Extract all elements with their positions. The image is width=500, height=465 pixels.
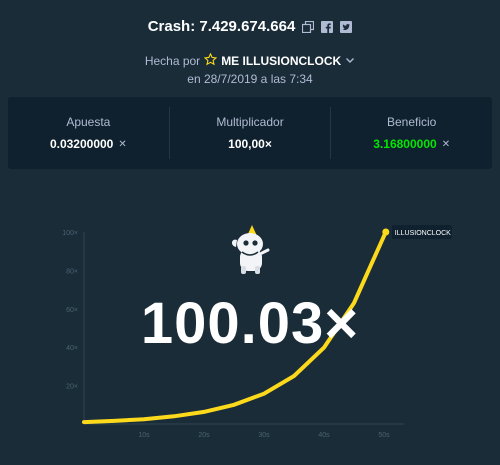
stat-profit-value-row: 3.16800000 ✕ — [373, 137, 450, 151]
stat-multiplier-value: 100,00× — [228, 137, 272, 151]
currency-icon: ✕ — [441, 138, 451, 150]
header: Crash: 7.429.674.664 — [0, 18, 500, 35]
player-tag-label: ILLUSIONCLOCK — [395, 230, 451, 237]
facebook-icon[interactable] — [320, 20, 333, 33]
stat-profit: Beneficio 3.16800000 ✕ — [331, 107, 492, 159]
stat-bet-label: Apuesta — [66, 115, 111, 129]
stat-bet-value-row: 0.03200000 ✕ — [50, 137, 127, 151]
stat-bet-value: 0.03200000 — [49, 137, 114, 151]
bet-date: en 28/7/2019 a las 7:34 — [187, 72, 313, 86]
stat-bet: Apuesta 0.03200000 ✕ — [8, 107, 170, 159]
x-tick-label: 30s — [258, 432, 270, 439]
y-tick-label: 80× — [66, 268, 78, 275]
star-icon[interactable] — [203, 52, 218, 69]
stat-multiplier: Multiplicador 100,00× — [170, 107, 332, 159]
username-link[interactable]: ME ILLUSIONCLOCK — [221, 54, 341, 68]
twitter-icon[interactable] — [339, 20, 352, 33]
stat-profit-label: Beneficio — [386, 115, 437, 129]
current-multiplier: 100.03× — [140, 291, 360, 356]
byline-prefix: Hecha por — [144, 54, 201, 68]
x-tick-label: 10s — [138, 432, 150, 439]
copy-icon[interactable] — [301, 20, 314, 33]
stat-multiplier-value-row: 100,00× — [228, 137, 272, 151]
y-tick-label: 100× — [62, 230, 78, 237]
stat-profit-value: 3.16800000 — [373, 137, 437, 151]
y-tick-label: 20× — [66, 384, 78, 391]
crash-title: Crash: 7.429.674.664 — [147, 18, 296, 35]
series-endpoint — [382, 228, 390, 236]
currency-icon: ✕ — [118, 138, 127, 150]
x-tick-label: 50s — [378, 432, 390, 439]
player-tag: ILLUSIONCLOCK — [391, 225, 452, 239]
stat-multiplier-label: Multiplicador — [216, 115, 284, 129]
chevron-down-icon[interactable] — [345, 54, 355, 68]
stats-panel: Apuesta 0.03200000 ✕ Multiplicador 100,0… — [8, 97, 492, 169]
unicorn-mascot-icon — [231, 225, 270, 274]
x-tick-label: 20s — [198, 432, 210, 439]
byline: Hecha por ME ILLUSIONCLOCK — [0, 52, 500, 69]
x-tick-label: 40s — [318, 432, 330, 439]
